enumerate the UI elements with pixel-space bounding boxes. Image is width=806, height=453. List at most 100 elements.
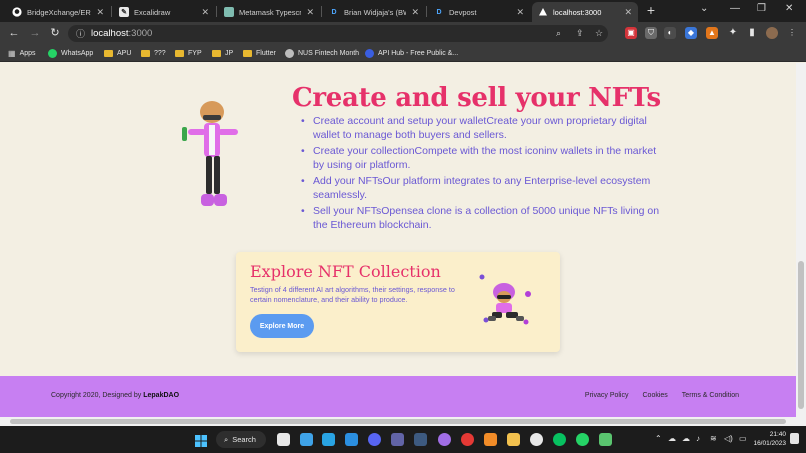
privacy-policy-link[interactable]: Privacy Policy	[585, 392, 629, 399]
youtube-music-icon[interactable]	[461, 433, 474, 446]
vscode-icon[interactable]	[345, 433, 358, 446]
close-icon[interactable]: ✕	[306, 7, 314, 18]
tab-metamask-typescript[interactable]: Metamask Typescript S ✕	[218, 2, 320, 22]
cookies-link[interactable]: Cookies	[643, 392, 668, 399]
forward-arrow-icon[interactable]: →	[28, 26, 42, 40]
onedrive-icon[interactable]: ☁	[682, 434, 690, 443]
minimize-icon[interactable]: —	[730, 3, 740, 14]
more-menu-icon[interactable]: ⋮	[786, 27, 798, 39]
folder-icon	[141, 49, 150, 57]
new-tab-button[interactable]: +	[644, 3, 658, 17]
terms-link[interactable]: Terms & Condition	[682, 392, 739, 399]
clock-date: 16/01/2023	[753, 439, 786, 447]
close-icon[interactable]: ✕	[516, 7, 524, 18]
extension-blue-icon[interactable]: ◆	[685, 27, 697, 39]
bookmark-apps[interactable]: ▦ Apps	[8, 47, 36, 59]
chrome-icon[interactable]	[530, 433, 543, 446]
tab-brian-widjaja[interactable]: D Brian Widjaja's (BW-8W ✕	[323, 2, 425, 22]
zoom-search-icon[interactable]: ⌕	[556, 25, 561, 42]
file-app-icon[interactable]	[300, 433, 313, 446]
wifi-icon[interactable]: ≋	[710, 434, 717, 443]
taskview-icon[interactable]	[277, 433, 290, 446]
excalidraw-icon: ✎	[119, 7, 129, 17]
whatsapp-taskbar-icon[interactable]	[576, 433, 589, 446]
cloud-icon[interactable]: ☁	[668, 434, 676, 443]
bookmark-apu[interactable]: APU	[104, 47, 131, 59]
back-arrow-icon[interactable]: ←	[7, 26, 21, 40]
vlc-icon[interactable]	[484, 433, 497, 446]
bookmark-label: APU	[117, 49, 132, 57]
profile-avatar[interactable]	[766, 27, 778, 39]
restore-icon[interactable]: ❐	[757, 3, 766, 14]
file-explorer-icon[interactable]	[507, 433, 520, 446]
steam-icon[interactable]	[414, 433, 427, 446]
bookmark-question[interactable]: ???	[141, 47, 166, 59]
folder-icon	[243, 49, 252, 57]
explore-description: Testign of 4 different AI art algorithms…	[250, 285, 455, 304]
taskbar-search[interactable]: ⌕ Search	[216, 431, 266, 448]
address-bar[interactable]: ⓘ localhost:3000 ⌕ ⇪ ☆	[68, 25, 608, 42]
tab-title: Devpost	[449, 7, 477, 17]
bookmark-whatsapp[interactable]: WhatsApp	[48, 47, 93, 59]
horizontal-scrollbar[interactable]	[0, 417, 806, 426]
localhost-icon	[538, 7, 548, 17]
bookmark-label: Apps	[19, 49, 36, 57]
info-icon[interactable]: ⓘ	[76, 27, 85, 40]
bookmark-flutter[interactable]: Flutter	[243, 47, 276, 59]
extension-moon-icon[interactable]: ◐	[664, 27, 676, 39]
window-close-icon[interactable]: ✕	[785, 3, 793, 14]
share-icon[interactable]: ⇪	[576, 25, 584, 42]
extension-red-icon[interactable]: ▣	[625, 27, 637, 39]
search-label: Search	[232, 435, 256, 444]
explore-more-button[interactable]: Explore More	[250, 314, 314, 338]
chrome-canary-icon[interactable]	[599, 433, 612, 446]
windows-start-icon[interactable]	[195, 434, 207, 447]
brand-link[interactable]: LepakDAO	[143, 392, 179, 399]
reload-icon[interactable]: ↻	[48, 26, 62, 40]
close-icon[interactable]: ✕	[96, 7, 104, 18]
close-icon[interactable]: ✕	[201, 7, 209, 18]
extensions-puzzle-icon[interactable]: ✦	[727, 27, 739, 39]
tray-chevron-icon[interactable]: ⌃	[655, 434, 662, 443]
side-panel-icon[interactable]: ▮	[746, 27, 758, 39]
tab-title: Brian Widjaja's (BW-8W	[344, 7, 406, 17]
tab-title: localhost:3000	[553, 7, 602, 17]
metamask-doc-icon	[224, 7, 234, 17]
microphone-icon[interactable]: ♪	[696, 434, 700, 443]
battery-icon[interactable]: ▭	[739, 434, 747, 443]
scrollbar-thumb[interactable]	[10, 419, 786, 424]
browser-tab-strip: BridgeXchange/ERC72 ✕ ✎ Excalidraw ✕ Met…	[0, 0, 806, 22]
tab-bridgexchange[interactable]: BridgeXchange/ERC72 ✕	[6, 2, 110, 22]
close-icon[interactable]: ✕	[624, 7, 632, 18]
scrollbar-thumb[interactable]	[798, 261, 804, 409]
web-page: Create and sell your NFTs Create account…	[0, 63, 796, 417]
features-list: Create account and setup your walletCrea…	[301, 114, 661, 234]
bookmark-jp[interactable]: JP	[212, 47, 233, 59]
tab-excalidraw[interactable]: ✎ Excalidraw ✕	[113, 2, 215, 22]
bookmark-label: API Hub - Free Public &...	[378, 49, 459, 57]
l-app-icon[interactable]	[322, 433, 335, 446]
github-desktop-icon[interactable]	[438, 433, 451, 446]
tab-localhost[interactable]: localhost:3000 ✕	[532, 2, 638, 22]
metamask-fox-icon[interactable]: ▲	[706, 27, 718, 39]
folder-icon	[175, 49, 184, 57]
notification-icon[interactable]	[790, 433, 799, 444]
teams-icon[interactable]	[391, 433, 404, 446]
close-icon[interactable]: ✕	[411, 7, 419, 18]
globe-icon	[285, 48, 294, 58]
shield-extension-icon[interactable]: ⛉	[645, 27, 657, 39]
bookmark-api-hub[interactable]: API Hub - Free Public &...	[365, 47, 458, 59]
volume-icon[interactable]: ◁)	[724, 434, 733, 443]
vertical-scrollbar[interactable]	[796, 63, 806, 417]
copyright-text: Copyright 2020, Designed by LepakDAO	[51, 392, 180, 399]
bookmark-fyp[interactable]: FYP	[175, 47, 202, 59]
tab-devpost[interactable]: D Devpost ✕	[428, 2, 530, 22]
discord-icon[interactable]	[368, 433, 381, 446]
taskbar-clock[interactable]: 21:40 16/01/2023	[752, 431, 786, 448]
tab-search-icon[interactable]: ⌄	[700, 3, 708, 14]
line-icon[interactable]	[553, 433, 566, 446]
bookmark-star-icon[interactable]: ☆	[595, 25, 603, 42]
bookmark-nus-fintech[interactable]: NUS Fintech Month	[285, 47, 359, 59]
folder-icon	[104, 49, 113, 57]
bookmarks-bar: ▦ Apps WhatsApp APU ??? FYP JP Flutter N…	[0, 44, 806, 62]
